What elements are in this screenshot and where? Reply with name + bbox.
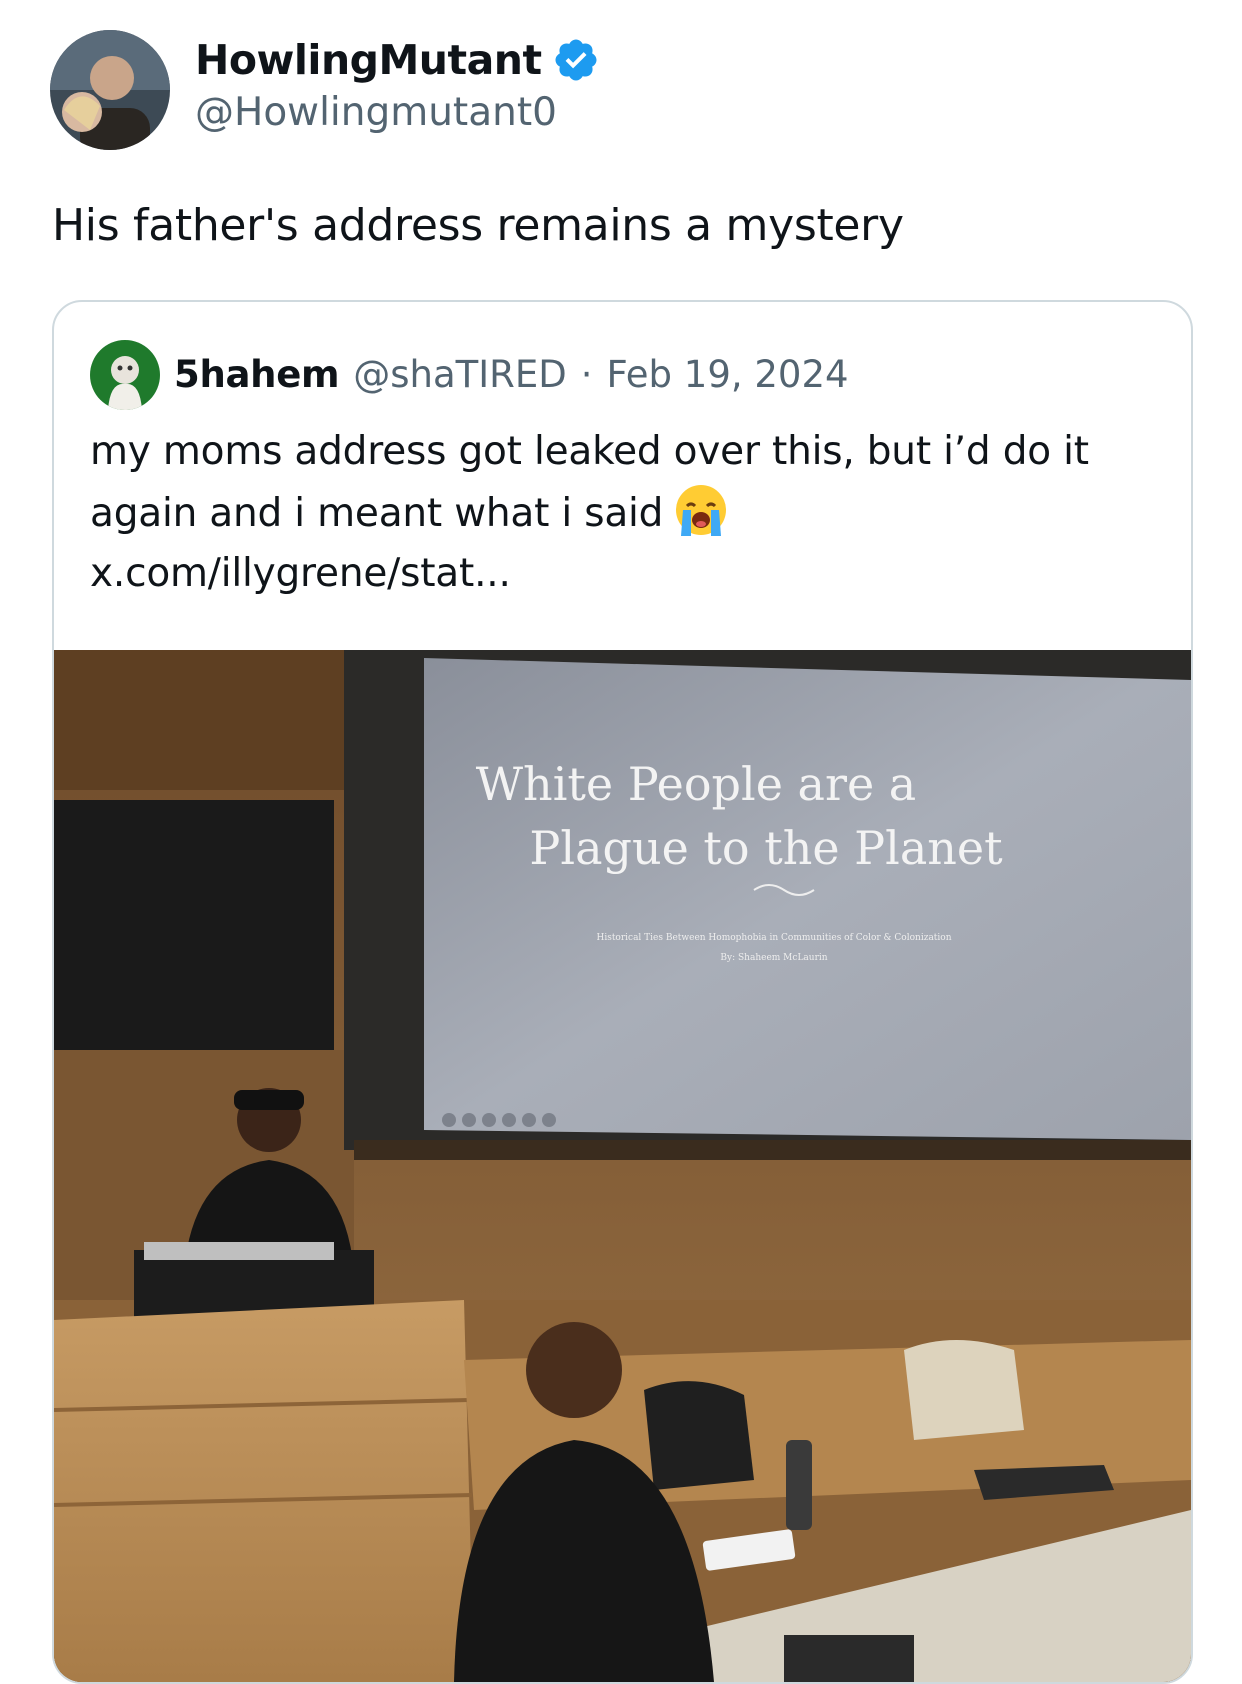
author-display-name[interactable]: HowlingMutant: [195, 34, 542, 86]
quoted-post-header: 5hahem @shaTIRED · Feb 19, 2024: [90, 340, 849, 410]
quoted-post-card[interactable]: 5hahem @shaTIRED · Feb 19, 2024 my moms …: [52, 300, 1193, 1684]
quoted-author-handle[interactable]: @shaTIRED: [353, 351, 567, 399]
quoted-post-date[interactable]: Feb 19, 2024: [607, 351, 849, 399]
quoted-post-text: my moms address got leaked over this, bu…: [90, 429, 1089, 536]
author-avatar[interactable]: [50, 30, 170, 150]
slide-subtitle: Historical Ties Between Homophobia in Co…: [596, 933, 951, 943]
post-text: His father's address remains a mystery: [52, 200, 904, 251]
author-block: HowlingMutant @Howlingmutant0: [195, 34, 600, 138]
loudly-crying-face-icon: [673, 482, 729, 538]
slide-title-line2: Plague to the Planet: [529, 821, 1003, 875]
meta-separator: ·: [580, 353, 593, 396]
quoted-author-avatar[interactable]: [90, 340, 160, 410]
slide-title-line1: White People are a: [476, 757, 916, 811]
quoted-post-media[interactable]: White People are a Plague to the Planet …: [54, 650, 1191, 1682]
author-handle[interactable]: @Howlingmutant0: [195, 88, 600, 138]
quoted-post-text-block: my moms address got leaked over this, bu…: [90, 422, 1150, 604]
quoted-post-link[interactable]: x.com/illygrene/stat...: [90, 544, 1150, 604]
quoted-author-display-name[interactable]: 5hahem: [174, 351, 340, 399]
slide-byline: By: Shaheem McLaurin: [720, 953, 827, 963]
verified-badge-icon: [552, 36, 600, 84]
